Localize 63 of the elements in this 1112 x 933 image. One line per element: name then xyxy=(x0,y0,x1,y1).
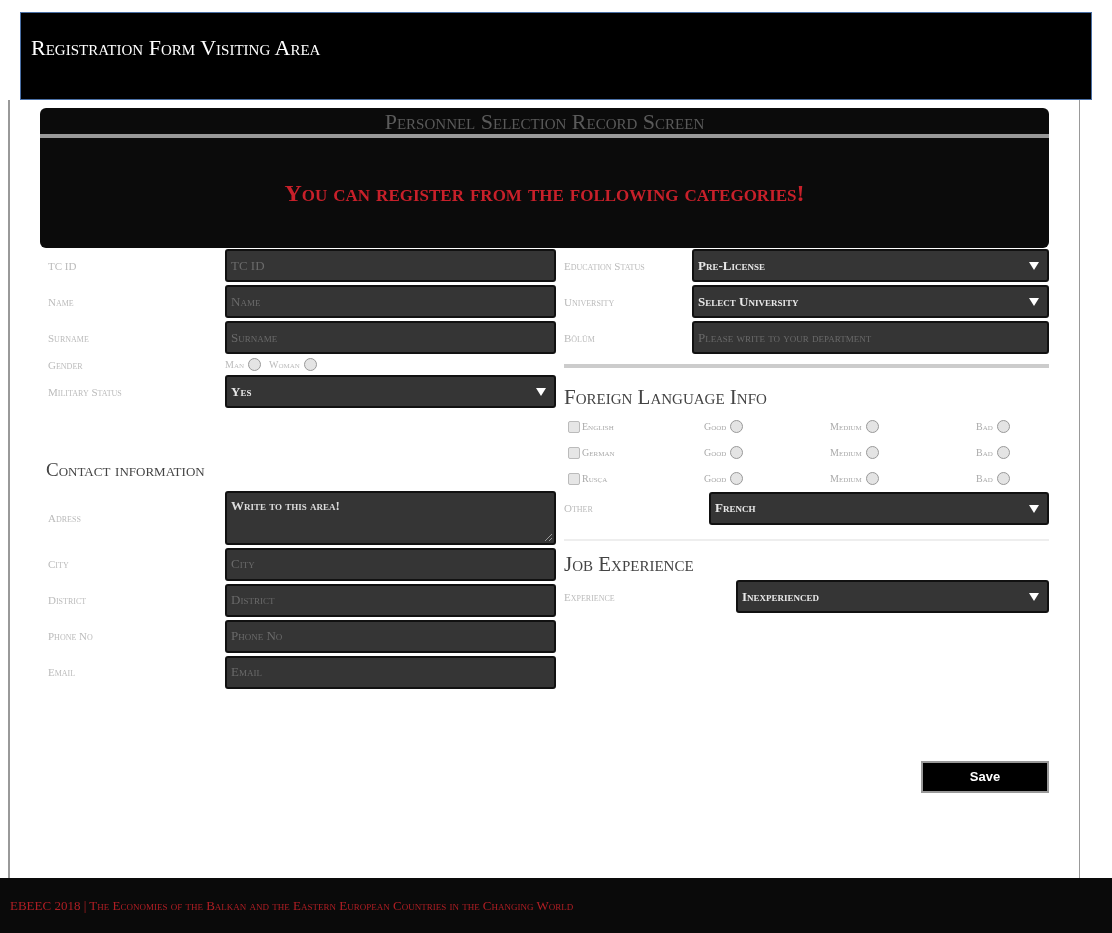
field-label: Gender xyxy=(47,358,84,371)
save-button[interactable]: Save xyxy=(921,761,1049,793)
dropdown[interactable]: Select University xyxy=(692,285,1049,318)
record-screen-title: Personnel Selection Record Screen xyxy=(384,107,705,136)
radio-button[interactable] xyxy=(730,472,744,485)
radio-button[interactable] xyxy=(996,472,1010,485)
level-label: Good xyxy=(704,472,727,486)
dropdown-caret-icon xyxy=(536,387,546,396)
level-label: Bad xyxy=(976,420,993,434)
section-heading: Contact information xyxy=(45,458,206,482)
dropdown-caret-icon xyxy=(1029,592,1039,601)
radio-button[interactable] xyxy=(248,358,261,371)
language-label: Rusça xyxy=(582,472,608,486)
radio-button[interactable] xyxy=(996,446,1010,459)
dropdown[interactable]: Yes xyxy=(225,375,556,408)
language-label: German xyxy=(582,446,615,460)
radio-button[interactable] xyxy=(730,446,744,459)
radio-label: Woman xyxy=(269,358,300,372)
field-label: Phone No xyxy=(47,630,94,642)
radio-button[interactable] xyxy=(730,420,744,433)
level-label: Medium xyxy=(830,472,862,486)
dropdown[interactable]: Pre-License xyxy=(692,249,1049,282)
radio-button[interactable] xyxy=(865,420,879,433)
field-label: TC ID xyxy=(47,259,78,272)
field-label: District xyxy=(47,594,88,606)
level-label: Good xyxy=(704,420,727,434)
radio-button[interactable] xyxy=(303,358,317,371)
radio-button[interactable] xyxy=(865,446,879,459)
level-label: Bad xyxy=(976,472,993,486)
dropdown-caret-icon xyxy=(1029,503,1039,513)
field-label: Bölüm xyxy=(564,331,596,344)
field-label: Email xyxy=(47,666,77,678)
radio-button[interactable] xyxy=(996,420,1010,433)
level-label: Good xyxy=(704,446,727,460)
dropdown-caret-icon xyxy=(1029,261,1039,270)
resize-grip-icon[interactable] xyxy=(544,532,552,541)
footer-text: EBEEC 2018 | The Economies of the Balkan and the Eastern European Countries in the Changing World xyxy=(10,896,574,915)
checkbox[interactable] xyxy=(568,472,580,485)
field-label: Military Status xyxy=(47,385,123,398)
level-label: Bad xyxy=(976,446,993,460)
dropdown[interactable]: Inexperienced xyxy=(736,580,1049,613)
notice-text: You can register from the following categories! xyxy=(284,179,805,208)
language-label: English xyxy=(582,420,614,434)
field-label: City xyxy=(47,558,70,570)
field-label: Education Status xyxy=(564,259,646,272)
dropdown-caret-icon xyxy=(1029,297,1039,306)
field-label: Other xyxy=(564,502,594,514)
section-heading: Foreign Language Info xyxy=(564,384,768,411)
page-title: Registration Form Visiting Area xyxy=(31,34,321,62)
radio-label: Man xyxy=(225,358,244,372)
field-label: Surname xyxy=(47,331,90,344)
section-heading: Job Experience xyxy=(564,550,695,578)
dropdown[interactable]: French xyxy=(709,491,1049,525)
checkbox[interactable] xyxy=(568,420,580,433)
checkbox[interactable] xyxy=(568,446,580,459)
field-label: Name xyxy=(47,295,75,308)
field-label: Adress xyxy=(47,511,82,524)
level-label: Medium xyxy=(830,446,862,460)
field-label: University xyxy=(564,295,616,308)
field-label: Experience xyxy=(564,590,616,603)
level-label: Medium xyxy=(830,420,862,434)
text-area[interactable]: Write to this area! xyxy=(225,490,556,545)
radio-button[interactable] xyxy=(865,472,879,485)
